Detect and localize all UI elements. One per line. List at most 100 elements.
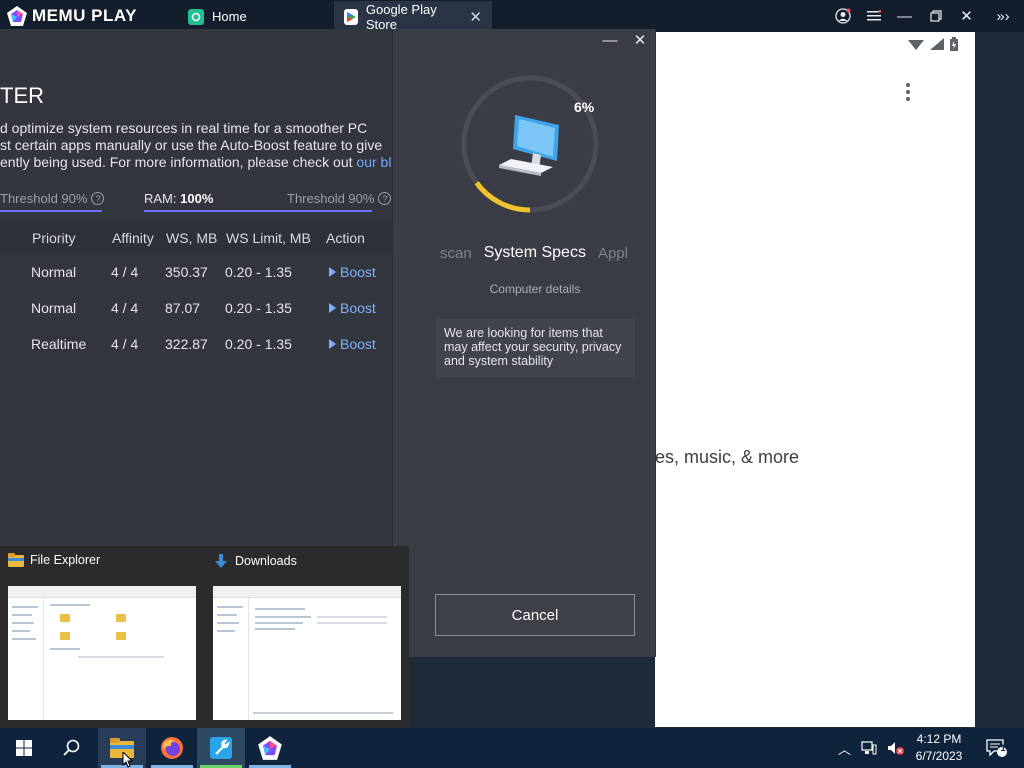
play-store-icon — [344, 8, 358, 25]
col-action[interactable]: Action — [326, 230, 365, 246]
ram-label-text: RAM: — [144, 191, 181, 206]
desc-line-1: d optimize system resources in real time… — [0, 120, 368, 136]
expand-sidebar-icon[interactable]: »› — [982, 0, 1024, 32]
wrench-tool-icon — [210, 737, 232, 759]
ram-threshold: Threshold 90% ? — [287, 191, 392, 206]
dialog-close-icon[interactable]: ✕ — [626, 29, 654, 51]
col-ws-limit[interactable]: WS Limit, MB — [226, 230, 311, 246]
cpu-threshold-label: Threshold 90% — [0, 191, 88, 206]
search-icon — [63, 739, 80, 756]
tab-scan[interactable]: scan — [440, 245, 472, 262]
taskbar-booster-tool[interactable] — [197, 728, 245, 768]
downloads-icon — [215, 554, 227, 568]
help-icon[interactable]: ? — [378, 192, 392, 205]
tab-system-specs[interactable]: System Specs — [484, 244, 586, 262]
taskbar-firefox[interactable] — [148, 728, 196, 768]
memu-logo-icon — [7, 6, 27, 26]
process-table: Priority Affinity WS, MB WS Limit, MB Ac… — [0, 222, 393, 362]
close-tab-icon[interactable]: ✕ — [469, 8, 482, 26]
play-triangle-icon — [329, 339, 336, 349]
col-affinity[interactable]: Affinity — [112, 230, 154, 246]
tab-home[interactable]: Home — [178, 1, 332, 32]
tab-subtitle: Computer details — [489, 282, 581, 296]
scan-info-box: We are looking for items that may affect… — [436, 319, 635, 377]
desc-line-3-text: ently being used. For more information, … — [0, 154, 357, 170]
wifi-icon — [908, 40, 924, 50]
cell-ws-limit: 0.20 - 1.35 — [225, 264, 292, 280]
windows-taskbar: ︿ 4:12 PM 6/7/2023 1 — [0, 728, 1024, 768]
cell-priority: Normal — [31, 300, 77, 316]
notification-count: 1 — [1000, 743, 1006, 753]
downloads-preview — [213, 586, 401, 720]
boost-button[interactable]: Boost — [329, 300, 376, 316]
search-button[interactable] — [48, 728, 96, 768]
cell-affinity: 4 / 4 — [111, 264, 139, 280]
help-icon[interactable]: ? — [91, 192, 105, 205]
computer-monitor-icon — [499, 115, 559, 176]
thumbnail-title: File Explorer — [8, 553, 100, 567]
firefox-icon — [161, 737, 183, 759]
booster-title: TER — [0, 83, 44, 108]
our-blog-link[interactable]: our blog — [356, 154, 392, 170]
clock-date: 6/7/2023 — [915, 749, 963, 763]
taskbar-thumbnail-popup: File Explorer Downloads — [0, 546, 409, 728]
cell-affinity: 4 / 4 — [111, 336, 139, 352]
thumbnail-downloads[interactable]: Downloads — [205, 546, 401, 728]
thumbnail-title-text: Downloads — [235, 554, 297, 568]
play-store-tagline: es, music, & more — [655, 447, 800, 467]
boost-label: Boost — [340, 336, 376, 352]
ram-value: 100% — [180, 191, 214, 206]
minimize-icon[interactable]: — — [889, 0, 920, 32]
desc-line-3: ently being used. For more information, … — [0, 154, 392, 171]
system-tray: ︿ — [838, 728, 905, 768]
booster-description: d optimize system resources in real time… — [0, 120, 392, 171]
window-controls: — ✕ »› — [827, 0, 1024, 32]
menu-icon[interactable] — [858, 0, 889, 32]
memu-logo: MEMU PLAY — [0, 0, 176, 32]
battery-icon — [950, 37, 958, 51]
close-window-icon[interactable]: ✕ — [951, 0, 982, 32]
tab-apps[interactable]: Appl — [598, 245, 628, 262]
cancel-button[interactable]: Cancel — [435, 594, 635, 636]
cell-ws-limit: 0.20 - 1.35 — [225, 300, 292, 316]
account-icon[interactable] — [827, 0, 858, 32]
desc-line-2: st certain apps manually or use the Auto… — [0, 137, 383, 153]
col-ws[interactable]: WS, MB — [166, 230, 217, 246]
cell-ws: 87.07 — [165, 300, 201, 316]
notifications-button[interactable]: 1 — [982, 728, 1012, 768]
tab-google-play-store[interactable]: Google Play Store ✕ — [334, 1, 492, 32]
boost-button[interactable]: Boost — [329, 264, 376, 280]
network-icon[interactable] — [861, 741, 877, 755]
scan-percent: 6% — [574, 99, 595, 115]
clock-time: 4:12 PM — [916, 732, 962, 746]
boost-button[interactable]: Boost — [329, 336, 376, 352]
cell-priority: Normal — [31, 264, 77, 280]
taskbar-memu[interactable] — [246, 728, 294, 768]
dialog-minimize-icon[interactable]: — — [596, 29, 624, 51]
file-explorer-icon — [8, 553, 24, 567]
taskbar-clock[interactable]: 4:12 PM 6/7/2023 — [908, 731, 970, 765]
file-explorer-preview — [8, 586, 196, 720]
start-button[interactable] — [0, 728, 48, 768]
boost-label: Boost — [340, 264, 376, 280]
table-row[interactable]: Normal 4 / 4 350.37 0.20 - 1.35 Boost — [0, 254, 393, 290]
android-side-panel — [975, 32, 1024, 727]
volume-muted-icon[interactable] — [887, 741, 905, 755]
thumbnail-title: Downloads — [213, 553, 297, 569]
thumbnail-file-explorer[interactable]: File Explorer — [0, 546, 196, 728]
col-priority[interactable]: Priority — [32, 230, 76, 246]
table-row[interactable]: Normal 4 / 4 87.07 0.20 - 1.35 Boost — [0, 290, 393, 326]
more-options-icon[interactable] — [898, 80, 918, 104]
ram-threshold-label: Threshold 90% — [287, 191, 375, 206]
signal-icon — [930, 38, 944, 50]
tab-home-label: Home — [212, 9, 247, 24]
table-row[interactable]: Realtime 4 / 4 322.87 0.20 - 1.35 Boost — [0, 326, 393, 362]
restore-icon[interactable] — [920, 0, 951, 32]
show-hidden-icons-icon[interactable]: ︿ — [838, 739, 851, 758]
android-screen — [655, 32, 975, 727]
ram-label: RAM: 100% — [144, 191, 213, 206]
windows-logo-icon — [16, 740, 32, 756]
ram-meter-fill — [144, 210, 372, 212]
cell-affinity: 4 / 4 — [111, 300, 139, 316]
table-header: Priority Affinity WS, MB WS Limit, MB Ac… — [0, 222, 393, 254]
